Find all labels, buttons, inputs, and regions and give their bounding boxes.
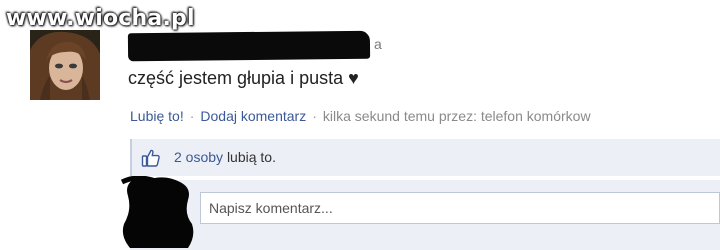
- site-watermark: www.wiocha.pl: [6, 6, 195, 31]
- avatar[interactable]: [30, 30, 100, 100]
- post-meta: kilka sekund temu przez: telefon komórko…: [322, 108, 591, 124]
- thumbs-up-icon: [141, 148, 161, 168]
- redacted-author-name: [127, 30, 371, 62]
- post-actions: Lubię to! · Dodaj komentarz · kilka sekund t…: [130, 108, 591, 124]
- author-name-tail: a: [374, 36, 382, 52]
- likes-summary: 2 osoby lubią to.: [130, 139, 720, 176]
- comment-input[interactable]: [200, 192, 720, 224]
- separator-dot: ·: [312, 108, 317, 124]
- status-text: część jestem głupia i pusta ♥: [128, 68, 359, 88]
- likes-count-link[interactable]: 2 osoby: [174, 149, 223, 165]
- likes-text: 2 osoby lubią to.: [174, 149, 276, 165]
- redacted-commenter-avatar: [120, 176, 194, 248]
- separator-dot: ·: [189, 108, 195, 124]
- like-link[interactable]: Lubię to!: [130, 108, 184, 124]
- likes-suffix: lubią to.: [226, 149, 276, 165]
- avatar-photo: [30, 30, 100, 100]
- add-comment-link[interactable]: Dodaj komentarz: [200, 108, 306, 124]
